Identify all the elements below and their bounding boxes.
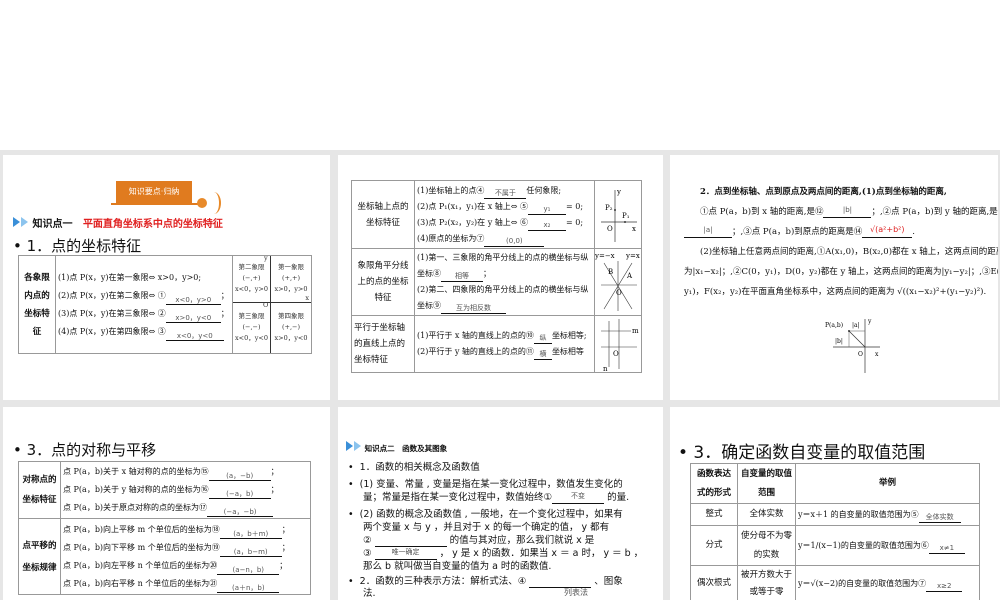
text-line: ③ 唯一确定 ， y 是 x 的函数．如果当 x ＝ a 时， y ＝ b ， xyxy=(363,548,644,560)
svg-text:|a|: |a| xyxy=(852,322,860,329)
svg-text:A: A xyxy=(626,272,633,280)
svg-text:y: y xyxy=(616,188,621,196)
symmetry-table: 对称点的坐标特征 点 P(a，b)关于 x 轴对称的点的坐标为⑮ (a，−b)； … xyxy=(18,461,311,595)
quadrant-table: 各象限内点的坐标特征 (1)点 P(x，y)在第一象限⇔ x>0，y>0; (2… xyxy=(18,254,312,354)
kp-title: 平面直角坐标系中点的坐标特征 xyxy=(82,219,223,230)
domain-table: 函数表达式的形式 自变量的取值范围 举例 整式 全体实数 y＝x＋1 的自变量的取… xyxy=(690,463,980,600)
svg-text:B: B xyxy=(608,268,613,276)
slide-thumbnail-3[interactable]: 2．点到坐标轴、点到原点及两点间的距离,(1)点到坐标轴的距离, ①点 P(a，… xyxy=(670,155,998,400)
knowledge-point-heading: 知识点一 平面直角坐标系中点的坐标特征 xyxy=(13,215,223,230)
row-label: 对称点的坐标特征 xyxy=(18,461,61,519)
line: (2)点 P(x，y)在第二象限⇔ ① x<0，y>0； xyxy=(58,290,229,305)
kp-label: 知识点一 xyxy=(32,219,73,230)
bisector-diagram: y=−x y=x B A O xyxy=(594,248,642,316)
slide-thumbnail-5[interactable]: 知识点二 函数及其图象 • 1．函数的相关概念及函数值 • (1) 变量、常量 … xyxy=(338,407,663,600)
slide-thumbnail-6[interactable]: • 3．确定函数自变量的取值范围 函数表达式的形式 自变量的取值范围 举例 整式… xyxy=(670,407,1000,600)
sound-waves-icon xyxy=(207,192,221,214)
table-row: 分式 使分母不为零的实数 y＝1/(x−1)的自变量的取值范围为⑥ x≠1 xyxy=(690,525,980,566)
section-heading: • 1．点的坐标特征 xyxy=(13,237,142,255)
row-label: 各象限内点的坐标特征 xyxy=(18,255,56,354)
svg-text:P(a,b): P(a,b) xyxy=(825,322,843,329)
text-line: 为|x₁−x₂|；,②C(0，y₁)，D(0，y₂)都在 y 轴上，这两点间的距… xyxy=(684,267,998,277)
svg-text:y=−x: y=−x xyxy=(595,252,615,260)
svg-text:y=x: y=x xyxy=(625,252,640,260)
section-heading: • 3．点的对称与平移 xyxy=(13,441,157,459)
badge-line xyxy=(111,203,201,205)
svg-text:O: O xyxy=(607,225,613,233)
text-line: 两个变量 x 与 y ，并且对于 x 的每一个确定的值， y 都有 xyxy=(363,522,610,533)
text-line: ①点 P(a，b)到 x 轴的距离,是⑫ |b| ；,②点 P(a，b)到 y 轴的… xyxy=(700,206,998,218)
table-row: 整式 全体实数 y＝x＋1 的自变量的取值范围为⑤ 全体实数 xyxy=(690,503,980,526)
row-label: 点平移的坐标规律 xyxy=(18,518,61,595)
slide-thumbnail-4[interactable]: • 3．点的对称与平移 对称点的坐标特征 点 P(a，b)关于 x 轴对称的点的… xyxy=(3,407,330,600)
distance-diagram: P(a,b) |a| |b| Ox y xyxy=(825,318,880,373)
arrow-icon xyxy=(21,217,28,227)
text-line: (2)坐标轴上任意两点间的距离,①A(x₁,0)，B(x₂,0)都在 x 轴上，… xyxy=(700,247,998,257)
svg-text:x: x xyxy=(875,351,879,358)
axis-feature-table: 坐标轴上点的坐标特征 (1)坐标轴上的点④ 不属于 任何象限; (2)点 P₁(x₁… xyxy=(351,180,642,373)
bullet: • 2．函数的三种表示方法：解析式法、④ 、图象 xyxy=(348,576,623,588)
top-blank-area xyxy=(0,0,1000,150)
text-line: 那么 b 就叫做当自变量的值为 a 时的函数值. xyxy=(363,561,552,572)
axis-points-diagram: P₂ P₁ y x O xyxy=(594,180,642,249)
svg-text:P₂: P₂ xyxy=(605,204,613,212)
text-line: 法. xyxy=(363,588,376,599)
section-heading: • 3．确定函数自变量的取值范围 xyxy=(678,443,926,463)
row-label: 象限角平分线上的点的坐标特征 xyxy=(351,248,415,316)
bullet: • (2) 函数的概念及函数值 , 一般地，在一个变化过程中，如果有 xyxy=(348,509,623,520)
svg-text:O: O xyxy=(613,350,619,358)
knowledge-point-heading: 知识点二 函数及其图象 xyxy=(346,441,447,455)
row-label: 平行于坐标轴的直线上点的坐标特征 xyxy=(351,315,415,373)
line: (1)点 P(x，y)在第一象限⇔ x>0，y>0; xyxy=(58,272,202,282)
svg-text:n: n xyxy=(603,365,608,372)
text-line: 量；常量是指在某一变化过程中，数值始终① 不变 的量. xyxy=(363,492,630,504)
parallel-lines-diagram: m nO xyxy=(594,315,642,373)
slide-thumbnail-1[interactable]: 知识要点·归纳 知识点一 平面直角坐标系中点的坐标特征 • 1．点的坐标特征 各… xyxy=(3,155,330,400)
svg-text:m: m xyxy=(632,327,639,335)
svg-text:x: x xyxy=(632,225,636,233)
quadrant-diagram: 第二象限 (−,+) x<0，y>0 第一象限 (+,+) x>0，y>0 第三象限 (−… xyxy=(232,254,312,354)
svg-text:P₁: P₁ xyxy=(622,212,630,220)
svg-text:y: y xyxy=(867,318,872,325)
answer-text: 列表法 xyxy=(564,588,588,597)
arrow-icon xyxy=(13,217,20,227)
row-label: 坐标轴上点的坐标特征 xyxy=(351,180,415,249)
arrow-icon xyxy=(346,441,353,451)
section-badge: 知识要点·归纳 xyxy=(116,181,192,203)
bullet: • 1．函数的相关概念及函数值 xyxy=(348,462,480,473)
svg-text:|b|: |b| xyxy=(835,338,843,345)
text-line: |a| ；,③点 P(a，b)到原点的距离是⑭ √(a²+b²). xyxy=(684,225,915,238)
speaker-icon xyxy=(197,198,207,208)
arrow-icon xyxy=(354,441,361,451)
slide-thumbnail-2[interactable]: 坐标轴上点的坐标特征 (1)坐标轴上的点④ 不属于 任何象限; (2)点 P₁(x₁… xyxy=(338,155,663,400)
text-line: y₁)，F(x₂，y₂)在平面直角坐标系中，这两点间的距离为 √((x₁−x₂)… xyxy=(684,287,987,297)
text-line: 2．点到坐标轴、点到原点及两点间的距离,(1)点到坐标轴的距离, xyxy=(700,187,947,197)
svg-text:O: O xyxy=(616,289,622,297)
svg-text:O: O xyxy=(858,351,863,358)
table-row: 偶次根式 被开方数大于或等于零 y＝√(x−2)的自变量的取值范围为⑦ x≥2 xyxy=(690,565,980,600)
